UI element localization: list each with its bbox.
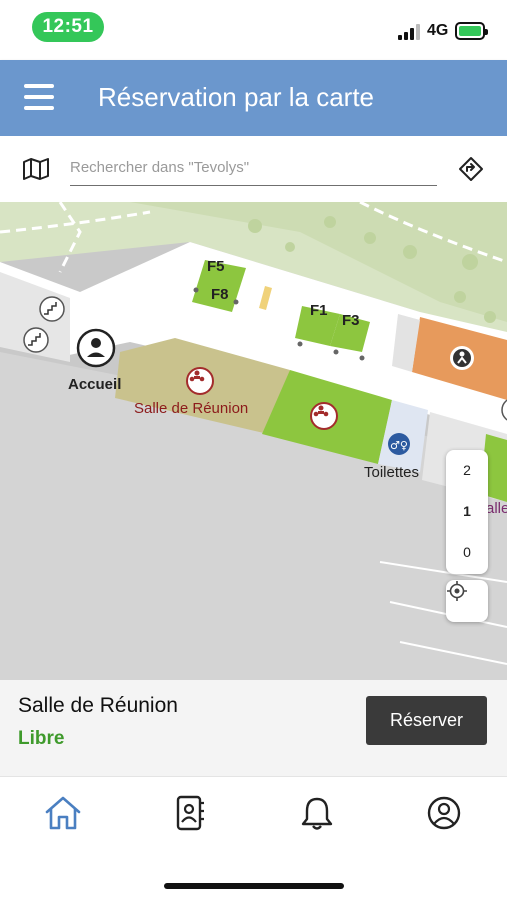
floor-2-button[interactable]: 2 [446,450,488,490]
selected-room-name: Salle de Réunion [18,694,178,717]
home-icon [45,796,81,830]
map-canvas: ♂♀ [0,202,507,680]
map-icon[interactable] [22,158,50,180]
home-indicator [164,883,344,889]
room-label-f1[interactable]: F1 [310,302,328,319]
menu-button[interactable] [24,84,54,110]
reception-label: Accueil [68,376,122,393]
search-input[interactable] [70,150,437,186]
room-label-f8[interactable]: F8 [211,286,229,303]
toilets-label: Toilettes [364,464,420,481]
nav-contacts[interactable] [168,791,212,835]
room-label-f5[interactable]: F5 [207,258,225,275]
app-header: Réservation par la carte [0,60,507,136]
nav-home[interactable] [41,791,85,835]
search-bar [0,136,507,202]
meeting-room-icon[interactable] [186,367,214,395]
selected-room-status: Libre [18,728,65,749]
status-time: 12:51 [32,12,104,42]
page-title: Réservation par la carte [98,82,375,112]
floor-selector: 2 1 0 [446,450,488,574]
battery-icon [455,22,488,40]
floor-1-button[interactable]: 1 [446,491,488,531]
room-info-panel: Salle de Réunion Libre Réserver [0,680,507,776]
directions-icon[interactable] [458,156,484,182]
partial-room-label: alle [486,500,507,517]
crosshair-icon [447,581,467,601]
signal-icon [398,24,422,40]
status-bar: 12:51 4G [0,0,507,60]
nav-profile[interactable] [422,791,466,835]
meeting-room-selected-icon[interactable] [310,402,338,430]
bottom-nav [0,776,507,900]
profile-icon [427,796,461,830]
nav-notifications[interactable] [295,791,339,835]
floor-0-button[interactable]: 0 [446,532,488,572]
svg-text:♂♀: ♂♀ [390,439,408,452]
network-label: 4G [427,22,449,39]
floor-map[interactable]: ♂♀ F5 F8 F1 F3 Accueil Salle de Réunion … [0,202,507,680]
locate-button[interactable] [446,580,488,622]
reserve-button[interactable]: Réserver [366,696,487,745]
contacts-icon [176,795,204,831]
room-label-f3[interactable]: F3 [342,312,360,329]
bell-icon [301,797,333,830]
meeting-room-label[interactable]: Salle de Réunion [134,400,248,417]
